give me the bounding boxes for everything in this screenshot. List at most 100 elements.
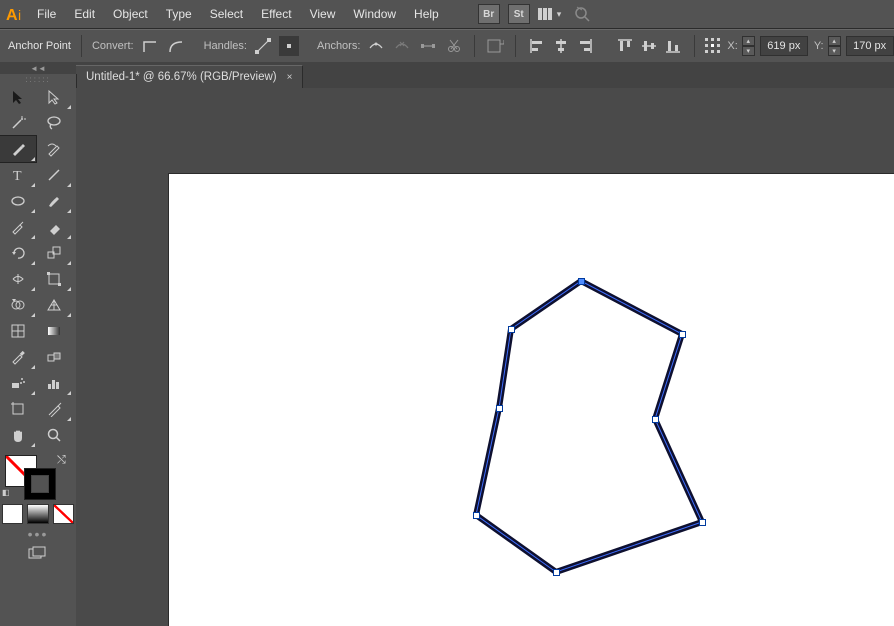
svg-text:A: A (6, 7, 18, 24)
isolate-icon[interactable] (485, 36, 505, 56)
artboard-tool[interactable] (0, 396, 36, 422)
align-left-icon[interactable] (526, 36, 548, 56)
color-mode-gradient[interactable] (27, 504, 48, 524)
anchor-point[interactable] (699, 519, 706, 526)
rectangle-tool[interactable] (0, 188, 36, 214)
color-mode-row (0, 502, 76, 524)
zoom-tool[interactable] (36, 422, 72, 448)
stroke-swatch[interactable] (24, 468, 56, 500)
x-spinner[interactable]: ▴▾ (742, 36, 755, 56)
anchor-point[interactable] (652, 416, 659, 423)
eraser-tool[interactable] (36, 214, 72, 240)
x-value-field[interactable]: 619 px (760, 36, 808, 56)
menu-effect[interactable]: Effect (252, 0, 300, 28)
vector-path[interactable] (168, 173, 894, 626)
magic-wand-tool[interactable] (0, 110, 36, 136)
svg-text:i: i (18, 7, 21, 23)
pencil-tool[interactable] (0, 214, 36, 240)
work-area[interactable] (76, 88, 894, 626)
perspective-grid-tool[interactable] (36, 292, 72, 318)
align-hcenter-icon[interactable] (550, 36, 572, 56)
menu-select[interactable]: Select (201, 0, 252, 28)
align-top-icon[interactable] (614, 36, 636, 56)
width-tool[interactable] (0, 266, 36, 292)
artboard[interactable] (168, 173, 894, 626)
swap-fill-stroke-icon[interactable]: ⤭ (57, 454, 66, 467)
free-transform-tool[interactable] (36, 266, 72, 292)
menu-help[interactable]: Help (405, 0, 448, 28)
line-segment-tool[interactable] (36, 162, 72, 188)
anchors-label: Anchors: (317, 40, 360, 52)
mesh-tool[interactable] (0, 318, 36, 344)
anchors-cut-icon[interactable] (444, 36, 464, 56)
arrange-documents-button[interactable]: ▾ (538, 6, 564, 22)
fill-stroke-swatch[interactable]: ⤭ ◧ (0, 452, 76, 498)
selection-tool[interactable] (0, 84, 36, 110)
anchor-point[interactable] (496, 405, 503, 412)
default-fill-stroke-icon[interactable]: ◧ (2, 488, 10, 497)
toolbox-collapse-handle[interactable]: ◄◄ (0, 62, 76, 74)
menu-object[interactable]: Object (104, 0, 157, 28)
curvature-tool[interactable] (36, 136, 72, 162)
align-horizontal-group (526, 36, 596, 56)
symbol-sprayer-tool[interactable] (0, 370, 36, 396)
slice-tool[interactable] (36, 396, 72, 422)
pen-tool[interactable] (0, 136, 36, 162)
mode-label: Anchor Point (8, 40, 71, 52)
handles-hide-icon[interactable] (279, 36, 299, 56)
menu-edit[interactable]: Edit (65, 0, 104, 28)
control-bar: Anchor Point Convert: Handles: Anchors: … (0, 29, 894, 63)
y-label: Y: (814, 40, 824, 52)
handles-label: Handles: (204, 40, 247, 52)
anchor-point[interactable] (578, 278, 585, 285)
svg-text:T: T (13, 169, 22, 183)
y-spinner[interactable]: ▴▾ (828, 36, 841, 56)
convert-corner-icon[interactable] (140, 36, 160, 56)
anchors-remove-icon[interactable] (366, 36, 386, 56)
search-icon[interactable] (572, 4, 592, 24)
chevron-down-icon: ▾ (557, 9, 562, 20)
column-graph-tool[interactable] (36, 370, 72, 396)
blend-tool[interactable] (36, 344, 72, 370)
rotate-tool[interactable] (0, 240, 36, 266)
document-tab-title: Untitled-1* @ 66.67% (RGB/Preview) (86, 71, 277, 83)
screen-mode-tool[interactable] (0, 542, 76, 566)
anchors-add-icon[interactable] (392, 36, 412, 56)
scale-tool[interactable] (36, 240, 72, 266)
align-vertical-group (614, 36, 684, 56)
lasso-tool[interactable] (36, 110, 72, 136)
anchor-point[interactable] (679, 331, 686, 338)
menu-file[interactable]: File (28, 0, 65, 28)
close-icon[interactable]: × (287, 72, 293, 83)
color-mode-none[interactable] (53, 504, 74, 524)
bridge-button[interactable]: Br (478, 4, 500, 24)
toolbox-grip[interactable]: :::::: (0, 74, 76, 84)
anchor-point[interactable] (508, 326, 515, 333)
tools-panel: :::::: T (0, 74, 77, 626)
convert-smooth-icon[interactable] (166, 36, 186, 56)
shape-builder-tool[interactable] (0, 292, 36, 318)
stock-button[interactable]: St (508, 4, 530, 24)
type-tool[interactable]: T (0, 162, 36, 188)
paintbrush-tool[interactable] (36, 188, 72, 214)
align-right-icon[interactable] (574, 36, 596, 56)
align-bottom-icon[interactable] (662, 36, 684, 56)
menu-window[interactable]: Window (344, 0, 405, 28)
anchor-point[interactable] (473, 512, 480, 519)
eyedropper-tool[interactable] (0, 344, 36, 370)
y-value-field[interactable]: 170 px (846, 36, 894, 56)
anchors-connect-icon[interactable] (418, 36, 438, 56)
anchor-point[interactable] (553, 569, 560, 576)
menu-view[interactable]: View (301, 0, 345, 28)
hand-tool[interactable] (0, 422, 36, 448)
toolbox-more-icon[interactable]: ••• (0, 526, 76, 542)
color-mode-solid[interactable] (2, 504, 23, 524)
align-vcenter-icon[interactable] (638, 36, 660, 56)
menu-type[interactable]: Type (157, 0, 201, 28)
app-logo-icon: Ai (6, 4, 28, 24)
reference-point-grid[interactable] (705, 38, 721, 54)
handles-show-icon[interactable] (253, 36, 273, 56)
document-tab[interactable]: Untitled-1* @ 66.67% (RGB/Preview) × (76, 65, 303, 88)
gradient-tool[interactable] (36, 318, 72, 344)
direct-selection-tool[interactable] (36, 84, 72, 110)
